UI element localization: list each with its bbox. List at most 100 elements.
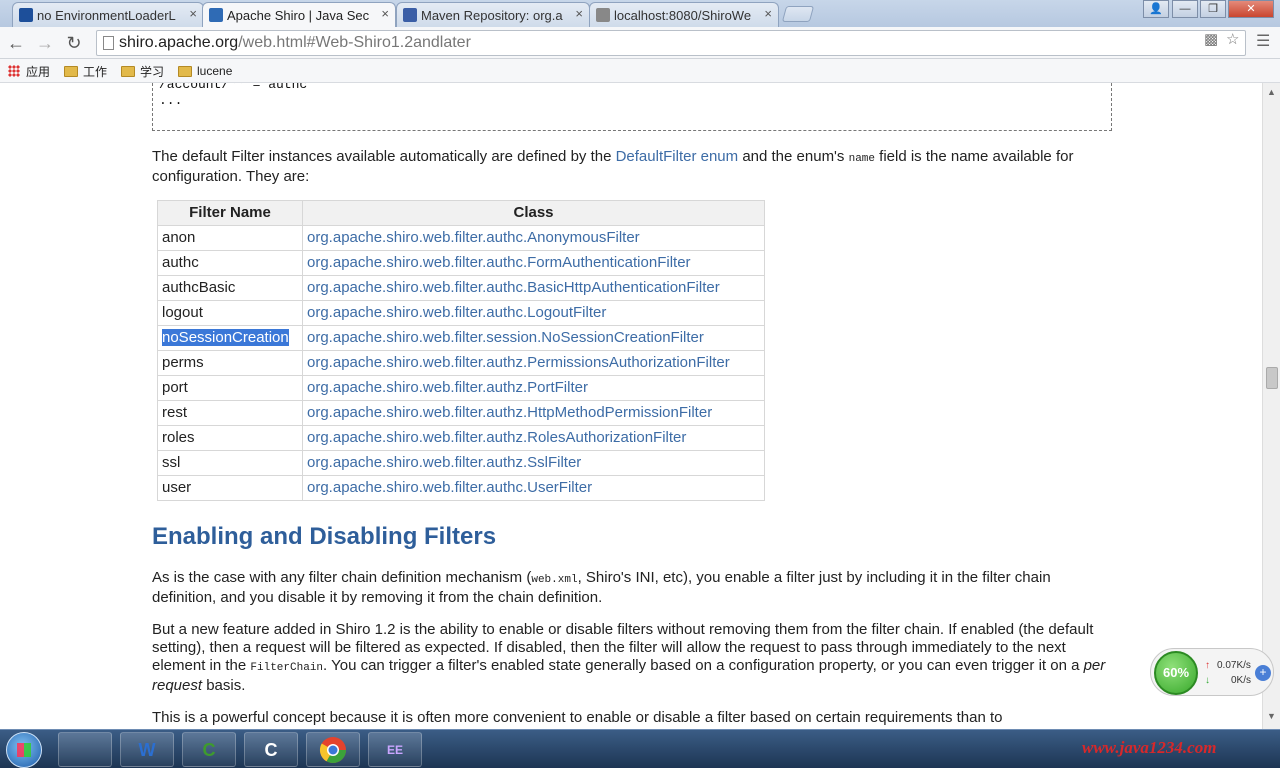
plus-icon[interactable]: + bbox=[1255, 665, 1271, 681]
taskbar-word-icon[interactable]: W bbox=[120, 732, 174, 767]
watermark-text: www.java1234.com bbox=[1082, 738, 1217, 757]
filter-name: user bbox=[162, 479, 192, 496]
minimize-button[interactable]: — bbox=[1172, 0, 1198, 18]
paragraph: As is the case with any filter chain def… bbox=[152, 569, 1112, 607]
new-tab-button[interactable] bbox=[781, 6, 815, 22]
filter-class-link[interactable]: org.apache.shiro.web.filter.session.NoSe… bbox=[302, 325, 765, 351]
menu-icon[interactable]: ☰ bbox=[1256, 33, 1272, 51]
apps-grid-icon bbox=[8, 65, 20, 77]
tab-localhost[interactable]: localhost:8080/ShiroWe × bbox=[589, 2, 779, 27]
bookmark-label: lucene bbox=[197, 64, 233, 78]
filter-class-link[interactable]: org.apache.shiro.web.filter.authc.Anonym… bbox=[302, 225, 765, 251]
filter-name: authc bbox=[162, 254, 199, 271]
paw-icon bbox=[19, 8, 33, 22]
taskbar-camtasia-icon[interactable]: C bbox=[182, 732, 236, 767]
filter-class-link[interactable]: org.apache.shiro.web.filter.authc.BasicH… bbox=[302, 275, 765, 301]
table-header-row: Filter Name Class bbox=[157, 200, 765, 226]
paragraph-text: . You can trigger a filter's enabled sta… bbox=[323, 657, 1084, 674]
filter-class-link[interactable]: org.apache.shiro.web.filter.authz.PortFi… bbox=[302, 375, 765, 401]
taskbar-eclipse-ee-icon[interactable]: EE bbox=[368, 732, 422, 767]
column-header-filter-name: Filter Name bbox=[157, 200, 303, 226]
filter-class-link[interactable]: org.apache.shiro.web.filter.authc.Logout… bbox=[302, 300, 765, 326]
filter-class-link[interactable]: org.apache.shiro.web.filter.authc.FormAu… bbox=[302, 250, 765, 276]
filter-name: perms bbox=[162, 354, 204, 371]
address-host: shiro.apache.org bbox=[119, 34, 239, 51]
section-heading: Enabling and Disabling Filters bbox=[152, 523, 497, 550]
scroll-down-icon[interactable]: ▼ bbox=[1267, 711, 1276, 721]
folder-icon bbox=[121, 65, 135, 77]
code-line: ... bbox=[159, 93, 183, 108]
download-speed: 0K/s bbox=[1231, 675, 1252, 686]
filter-name-cell: user bbox=[157, 475, 303, 501]
paragraph-text: As is the case with any filter chain def… bbox=[152, 569, 532, 586]
close-icon[interactable]: × bbox=[189, 6, 197, 21]
taskbar-chrome-icon[interactable] bbox=[306, 732, 360, 767]
address-bar[interactable]: shiro.apache.org/web.html#Web-Shiro1.2an… bbox=[96, 30, 1246, 56]
filter-class-link[interactable]: org.apache.shiro.web.filter.authc.UserFi… bbox=[302, 475, 765, 501]
filter-class-link[interactable]: org.apache.shiro.web.filter.authz.Permis… bbox=[302, 350, 765, 376]
filter-name-cell: port bbox=[157, 375, 303, 401]
bookmarks-bar: 应用 工作 学习 lucene bbox=[0, 59, 1280, 83]
bookmark-label: 学习 bbox=[140, 64, 165, 79]
folder-icon bbox=[178, 65, 192, 77]
tab-maven-repository[interactable]: Maven Repository: org.a × bbox=[396, 2, 590, 27]
code-block: /account/** = authc ... bbox=[152, 83, 1112, 131]
filter-name: rest bbox=[162, 404, 188, 421]
filter-name-cell: perms bbox=[157, 350, 303, 376]
bookmark-label: 应用 bbox=[26, 64, 51, 79]
tab-environmentloader[interactable]: no EnvironmentLoaderL × bbox=[12, 2, 204, 27]
filter-name: logout bbox=[162, 304, 203, 321]
maven-icon bbox=[403, 8, 417, 22]
forward-icon[interactable]: → bbox=[33, 31, 57, 55]
windows-taskbar: W C C EE www.java1234.com bbox=[0, 729, 1280, 768]
user-icon[interactable]: 👤 bbox=[1143, 0, 1169, 18]
back-icon[interactable]: ← bbox=[4, 31, 28, 55]
table-row: logout org.apache.shiro.web.filter.authc.… bbox=[157, 300, 765, 326]
filter-name-cell: noSessionCreation bbox=[157, 325, 303, 351]
table-row: perms org.apache.shiro.web.filter.authz.P… bbox=[157, 350, 765, 376]
start-button[interactable] bbox=[6, 732, 42, 768]
filter-class-link[interactable]: org.apache.shiro.web.filter.authz.SslFil… bbox=[302, 450, 765, 476]
bookmark-star-icon[interactable]: ☆ bbox=[1226, 30, 1239, 48]
filter-class-link[interactable]: org.apache.shiro.web.filter.authz.HttpMe… bbox=[302, 400, 765, 426]
page-icon bbox=[103, 36, 114, 50]
bookmark-folder-lucene[interactable]: lucene bbox=[178, 63, 232, 79]
inline-code: FilterChain bbox=[250, 662, 324, 674]
inline-code: name bbox=[848, 153, 875, 165]
scroll-up-icon[interactable]: ▲ bbox=[1267, 87, 1276, 97]
table-row: authc org.apache.shiro.web.filter.authc.F… bbox=[157, 250, 765, 276]
network-speed-widget[interactable]: 60% ↑ 0.07K/s ↓ 0K/s + bbox=[1150, 648, 1274, 696]
window-close-button[interactable]: ✕ bbox=[1228, 0, 1274, 18]
filter-name: authcBasic bbox=[162, 279, 236, 296]
filter-class-link[interactable]: org.apache.shiro.web.filter.authz.RolesA… bbox=[302, 425, 765, 451]
taskbar-app-icon[interactable] bbox=[58, 732, 112, 767]
filter-name: port bbox=[162, 379, 188, 396]
close-icon[interactable]: × bbox=[381, 6, 389, 21]
restore-button[interactable]: ❐ bbox=[1200, 0, 1226, 18]
page-viewport: /account/** = authc ... The default Filt… bbox=[0, 83, 1262, 729]
filter-name-cell: logout bbox=[157, 300, 303, 326]
filter-name-cell: authcBasic bbox=[157, 275, 303, 301]
bookmark-folder-study[interactable]: 学习 bbox=[121, 63, 164, 79]
filter-name-cell: anon bbox=[157, 225, 303, 251]
bookmark-folder-work[interactable]: 工作 bbox=[64, 63, 107, 79]
close-icon[interactable]: × bbox=[764, 6, 772, 21]
upload-speed: 0.07K/s bbox=[1217, 660, 1251, 671]
filter-name-cell: roles bbox=[157, 425, 303, 451]
inline-code: web.xml bbox=[531, 574, 578, 586]
bookmark-apps[interactable]: 应用 bbox=[8, 63, 50, 79]
page-icon bbox=[596, 8, 610, 22]
paragraph: This is a powerful concept because it is… bbox=[152, 709, 1003, 726]
translate-icon[interactable]: ▩ bbox=[1204, 30, 1218, 48]
defaultfilter-enum-link[interactable]: DefaultFilter enum bbox=[616, 148, 739, 165]
tab-apache-shiro[interactable]: Apache Shiro | Java Sec × bbox=[202, 2, 396, 27]
close-icon[interactable]: × bbox=[575, 6, 583, 21]
code-line: /account/** = authc bbox=[159, 83, 308, 92]
tab-title: localhost:8080/ShiroWe bbox=[614, 7, 752, 23]
vertical-scrollbar[interactable]: ▲ ▼ bbox=[1262, 83, 1280, 729]
scrollbar-thumb[interactable] bbox=[1266, 367, 1278, 389]
reload-icon[interactable]: ↻ bbox=[62, 31, 86, 55]
filter-name: noSessionCreation bbox=[162, 329, 289, 346]
tab-strip: no EnvironmentLoaderL × Apache Shiro | J… bbox=[0, 0, 1280, 27]
taskbar-camtasia-recorder-icon[interactable]: C bbox=[244, 732, 298, 767]
